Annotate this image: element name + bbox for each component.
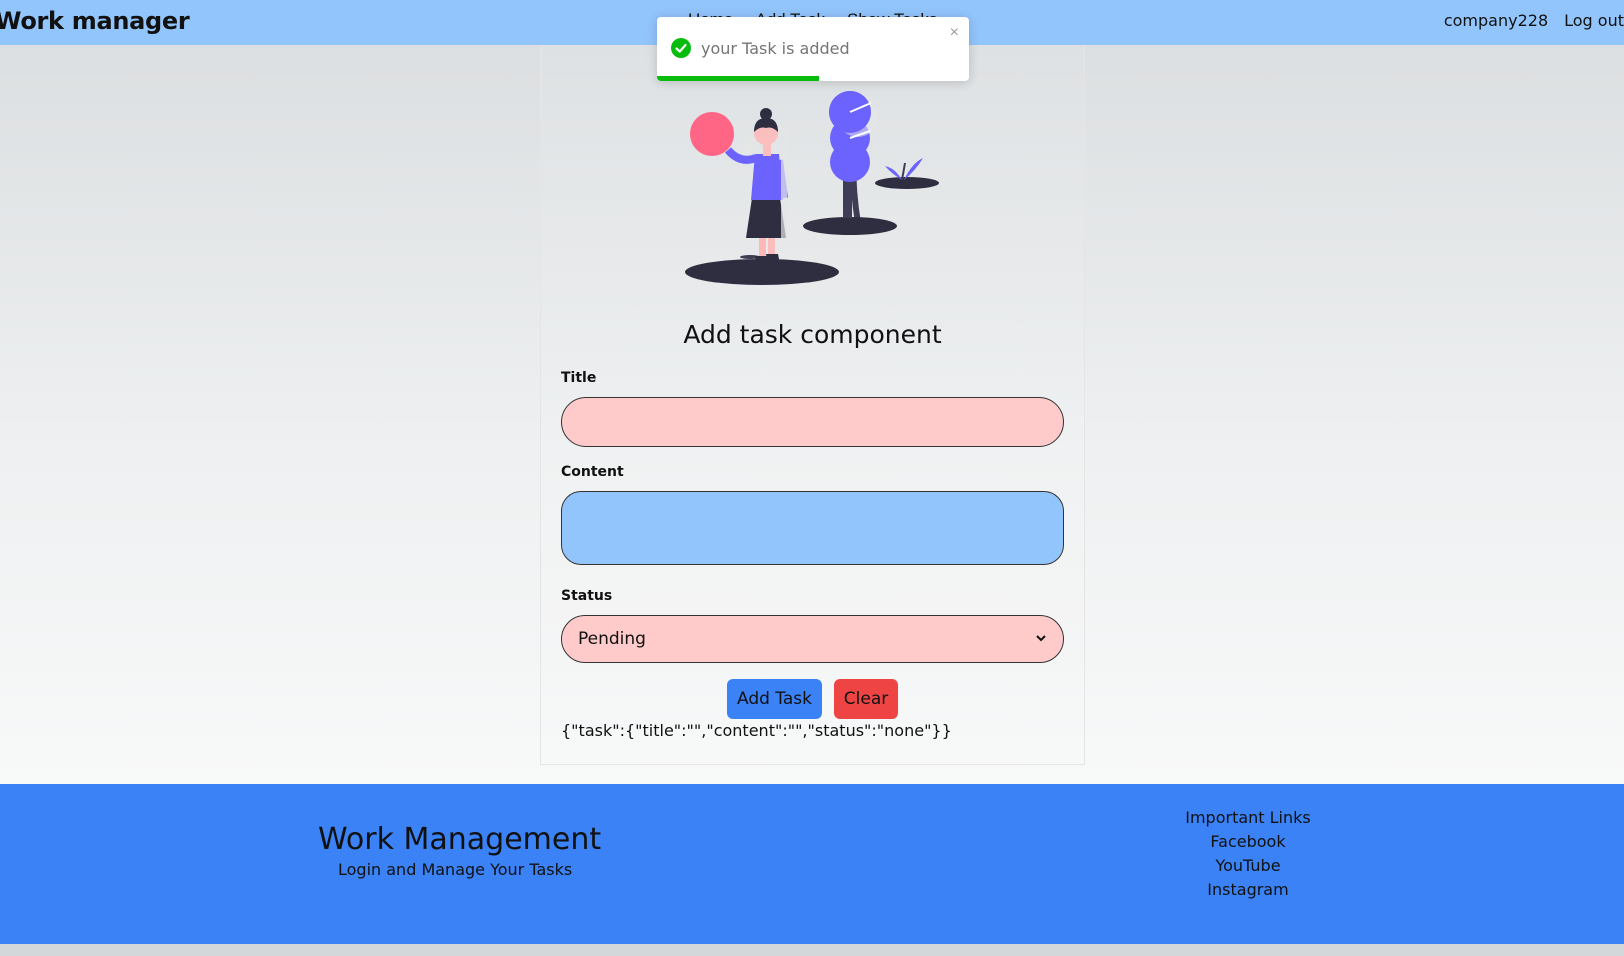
status-label: Status (561, 588, 613, 604)
status-select[interactable]: Pending (561, 615, 1064, 663)
footer-link-facebook[interactable]: Facebook (1210, 832, 1285, 851)
form-heading: Add task component (683, 320, 942, 349)
brand-title[interactable]: Work manager (0, 7, 190, 35)
footer (0, 784, 1624, 944)
task-state-json: {"task":{"title":"","content":"","status… (561, 721, 952, 740)
toast-notification[interactable]: your Task is added × (657, 17, 969, 81)
content-label: Content (561, 464, 624, 480)
title-label: Title (561, 370, 597, 386)
close-icon[interactable]: × (950, 24, 959, 42)
toast-message: your Task is added (701, 39, 850, 58)
content-textarea[interactable] (561, 491, 1064, 565)
page-bottom-strip (0, 944, 1624, 956)
nav-user-area: company228 Log out (1428, 11, 1624, 31)
footer-links-heading: Important Links (1185, 808, 1311, 827)
footer-links: Important Links Facebook YouTube Instagr… (1150, 806, 1346, 902)
check-icon (671, 38, 691, 58)
title-input[interactable] (561, 397, 1064, 447)
footer-link-instagram[interactable]: Instagram (1207, 880, 1288, 899)
footer-subtitle: Login and Manage Your Tasks (338, 860, 573, 879)
nav-logout[interactable]: Log out (1564, 11, 1624, 30)
chevron-down-icon (1035, 632, 1047, 647)
add-task-button[interactable]: Add Task (727, 679, 822, 719)
status-selected-value: Pending (578, 629, 646, 649)
add-task-illustration (685, 91, 939, 285)
clear-button[interactable]: Clear (834, 679, 898, 719)
footer-title: Work Management (318, 822, 602, 857)
nav-username[interactable]: company228 (1444, 11, 1548, 30)
toast-progress-bar (657, 76, 820, 81)
footer-link-youtube[interactable]: YouTube (1215, 856, 1280, 875)
